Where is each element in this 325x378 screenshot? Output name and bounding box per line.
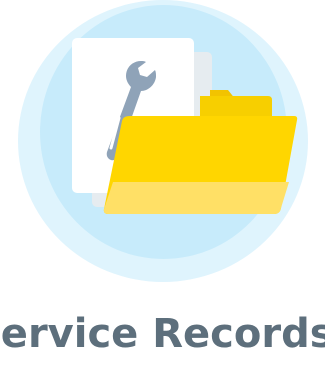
- service-records-illustration: [72, 38, 298, 214]
- folder-front: [103, 116, 298, 214]
- heading-container: Service Records Manager: [0, 300, 325, 378]
- page-title: Service Records Manager: [0, 311, 325, 357]
- service-records-card: Service Records Manager: [0, 0, 325, 378]
